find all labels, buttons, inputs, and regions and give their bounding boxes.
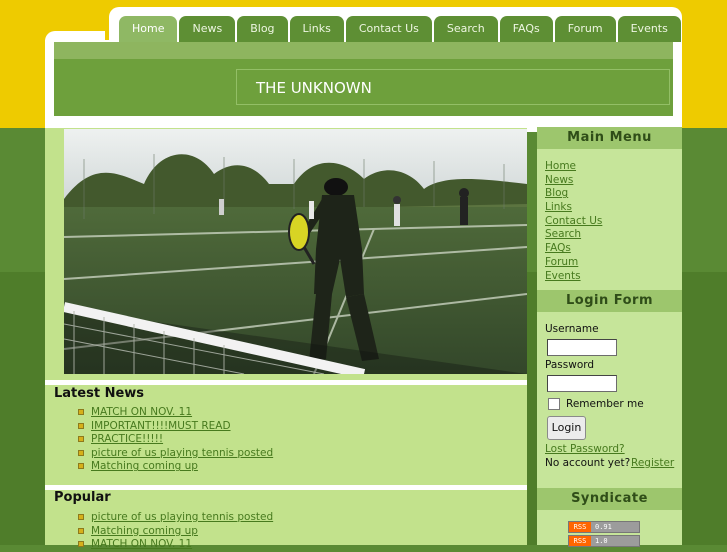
news-link[interactable]: PRACTICE!!!!!	[91, 433, 163, 445]
list-item: IMPORTANT!!!!MUST READ	[78, 419, 273, 433]
login-button[interactable]: Login	[547, 416, 586, 440]
tab-contact-us[interactable]: Contact Us	[345, 16, 432, 42]
list-item: picture of us playing tennis posted	[78, 446, 273, 460]
main-menu-title: Main Menu	[537, 127, 682, 149]
menu-item-links[interactable]: Links	[545, 201, 572, 213]
tab-search[interactable]: Search	[433, 16, 498, 42]
menu-item-faqs[interactable]: FAQs	[545, 242, 571, 254]
news-link[interactable]: picture of us playing tennis posted	[91, 447, 273, 459]
rss-version: 0.91	[591, 522, 639, 532]
menu-item-home[interactable]: Home	[545, 160, 576, 172]
rss-091-button[interactable]: RSS 0.91	[568, 521, 640, 533]
remember-me-checkbox[interactable]	[548, 398, 560, 410]
list-item: MATCH ON NOV. 11	[78, 537, 273, 551]
popular-link[interactable]: picture of us playing tennis posted	[91, 511, 273, 523]
menu-item-news[interactable]: News	[545, 174, 573, 186]
remember-me-label: Remember me	[566, 398, 644, 410]
list-item: Matching coming up	[78, 524, 273, 538]
username-label: Username	[545, 323, 599, 335]
tab-events[interactable]: Events	[617, 16, 681, 42]
menu-item-contact-us[interactable]: Contact Us	[545, 215, 602, 227]
news-link[interactable]: Matching coming up	[91, 460, 198, 472]
login-form-title: Login Form	[537, 290, 682, 312]
rss-badge: RSS	[569, 522, 591, 532]
register-link[interactable]: Register	[631, 457, 674, 469]
syndicate-title: Syndicate	[537, 488, 682, 510]
rss-10-button[interactable]: RSS 1.0	[568, 535, 640, 547]
tab-home[interactable]: Home	[119, 16, 178, 42]
lost-password-link[interactable]: Lost Password?	[545, 443, 625, 455]
menu-item-forum[interactable]: Forum	[545, 256, 578, 268]
main-menu: Home News Blog Links Contact Us Search F…	[545, 159, 602, 282]
list-item: picture of us playing tennis posted	[78, 510, 273, 524]
news-link[interactable]: IMPORTANT!!!!MUST READ	[91, 420, 231, 432]
top-navigation: Home News Blog Links Contact Us Search F…	[119, 16, 681, 42]
section-divider	[45, 380, 527, 385]
password-label: Password	[545, 359, 595, 371]
menu-item-events[interactable]: Events	[545, 270, 581, 282]
site-title: THE UNKNOWN	[236, 69, 670, 105]
tab-forum[interactable]: Forum	[554, 16, 616, 42]
tab-news[interactable]: News	[179, 16, 236, 42]
menu-item-blog[interactable]: Blog	[545, 187, 568, 199]
no-account-text: No account yet?	[545, 457, 631, 469]
popular-title: Popular	[54, 490, 111, 505]
list-item: Matching coming up	[78, 459, 273, 473]
list-item: PRACTICE!!!!!	[78, 432, 273, 446]
news-link[interactable]: MATCH ON NOV. 11	[91, 406, 192, 418]
tennis-photo	[64, 129, 527, 374]
header-strip	[54, 42, 673, 59]
menu-item-search[interactable]: Search	[545, 228, 581, 240]
section-divider	[45, 485, 527, 490]
password-input[interactable]	[547, 375, 617, 392]
popular-link[interactable]: Matching coming up	[91, 525, 198, 537]
username-input[interactable]	[547, 339, 617, 356]
tab-blog[interactable]: Blog	[237, 16, 288, 42]
tab-faqs[interactable]: FAQs	[499, 16, 553, 42]
latest-news-title: Latest News	[54, 386, 145, 401]
popular-link[interactable]: MATCH ON NOV. 11	[91, 538, 192, 550]
lost-password-row: Lost Password?	[545, 443, 625, 455]
latest-news-list: MATCH ON NOV. 11 IMPORTANT!!!!MUST READ …	[78, 405, 273, 473]
register-row: Register	[631, 457, 674, 469]
tab-links[interactable]: Links	[289, 16, 344, 42]
list-item: MATCH ON NOV. 11	[78, 405, 273, 419]
